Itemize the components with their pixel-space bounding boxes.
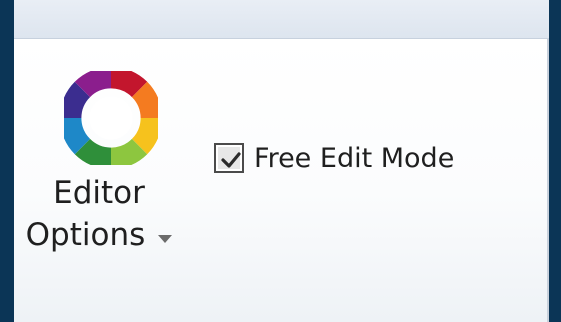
free-edit-mode-option[interactable]: Free Edit Mode — [214, 137, 454, 179]
free-edit-mode-label: Free Edit Mode — [254, 142, 455, 174]
chevron-down-icon[interactable] — [158, 228, 173, 247]
editor-options-label-line1: Editor — [53, 175, 145, 211]
color-wheel-icon — [59, 66, 163, 170]
editor-options-button[interactable]: Editor Options — [24, 65, 182, 295]
free-edit-mode-checkbox[interactable] — [214, 143, 244, 173]
ribbon-header-strip — [14, 0, 549, 39]
editor-options-label-line2: Options — [25, 217, 146, 253]
checkmark-icon — [221, 152, 241, 168]
ribbon-panel: Editor Options Free Edit Mode — [14, 39, 549, 322]
editor-options-label-row: Options — [24, 215, 174, 255]
window-frame: Editor Options Free Edit Mode — [0, 0, 561, 322]
